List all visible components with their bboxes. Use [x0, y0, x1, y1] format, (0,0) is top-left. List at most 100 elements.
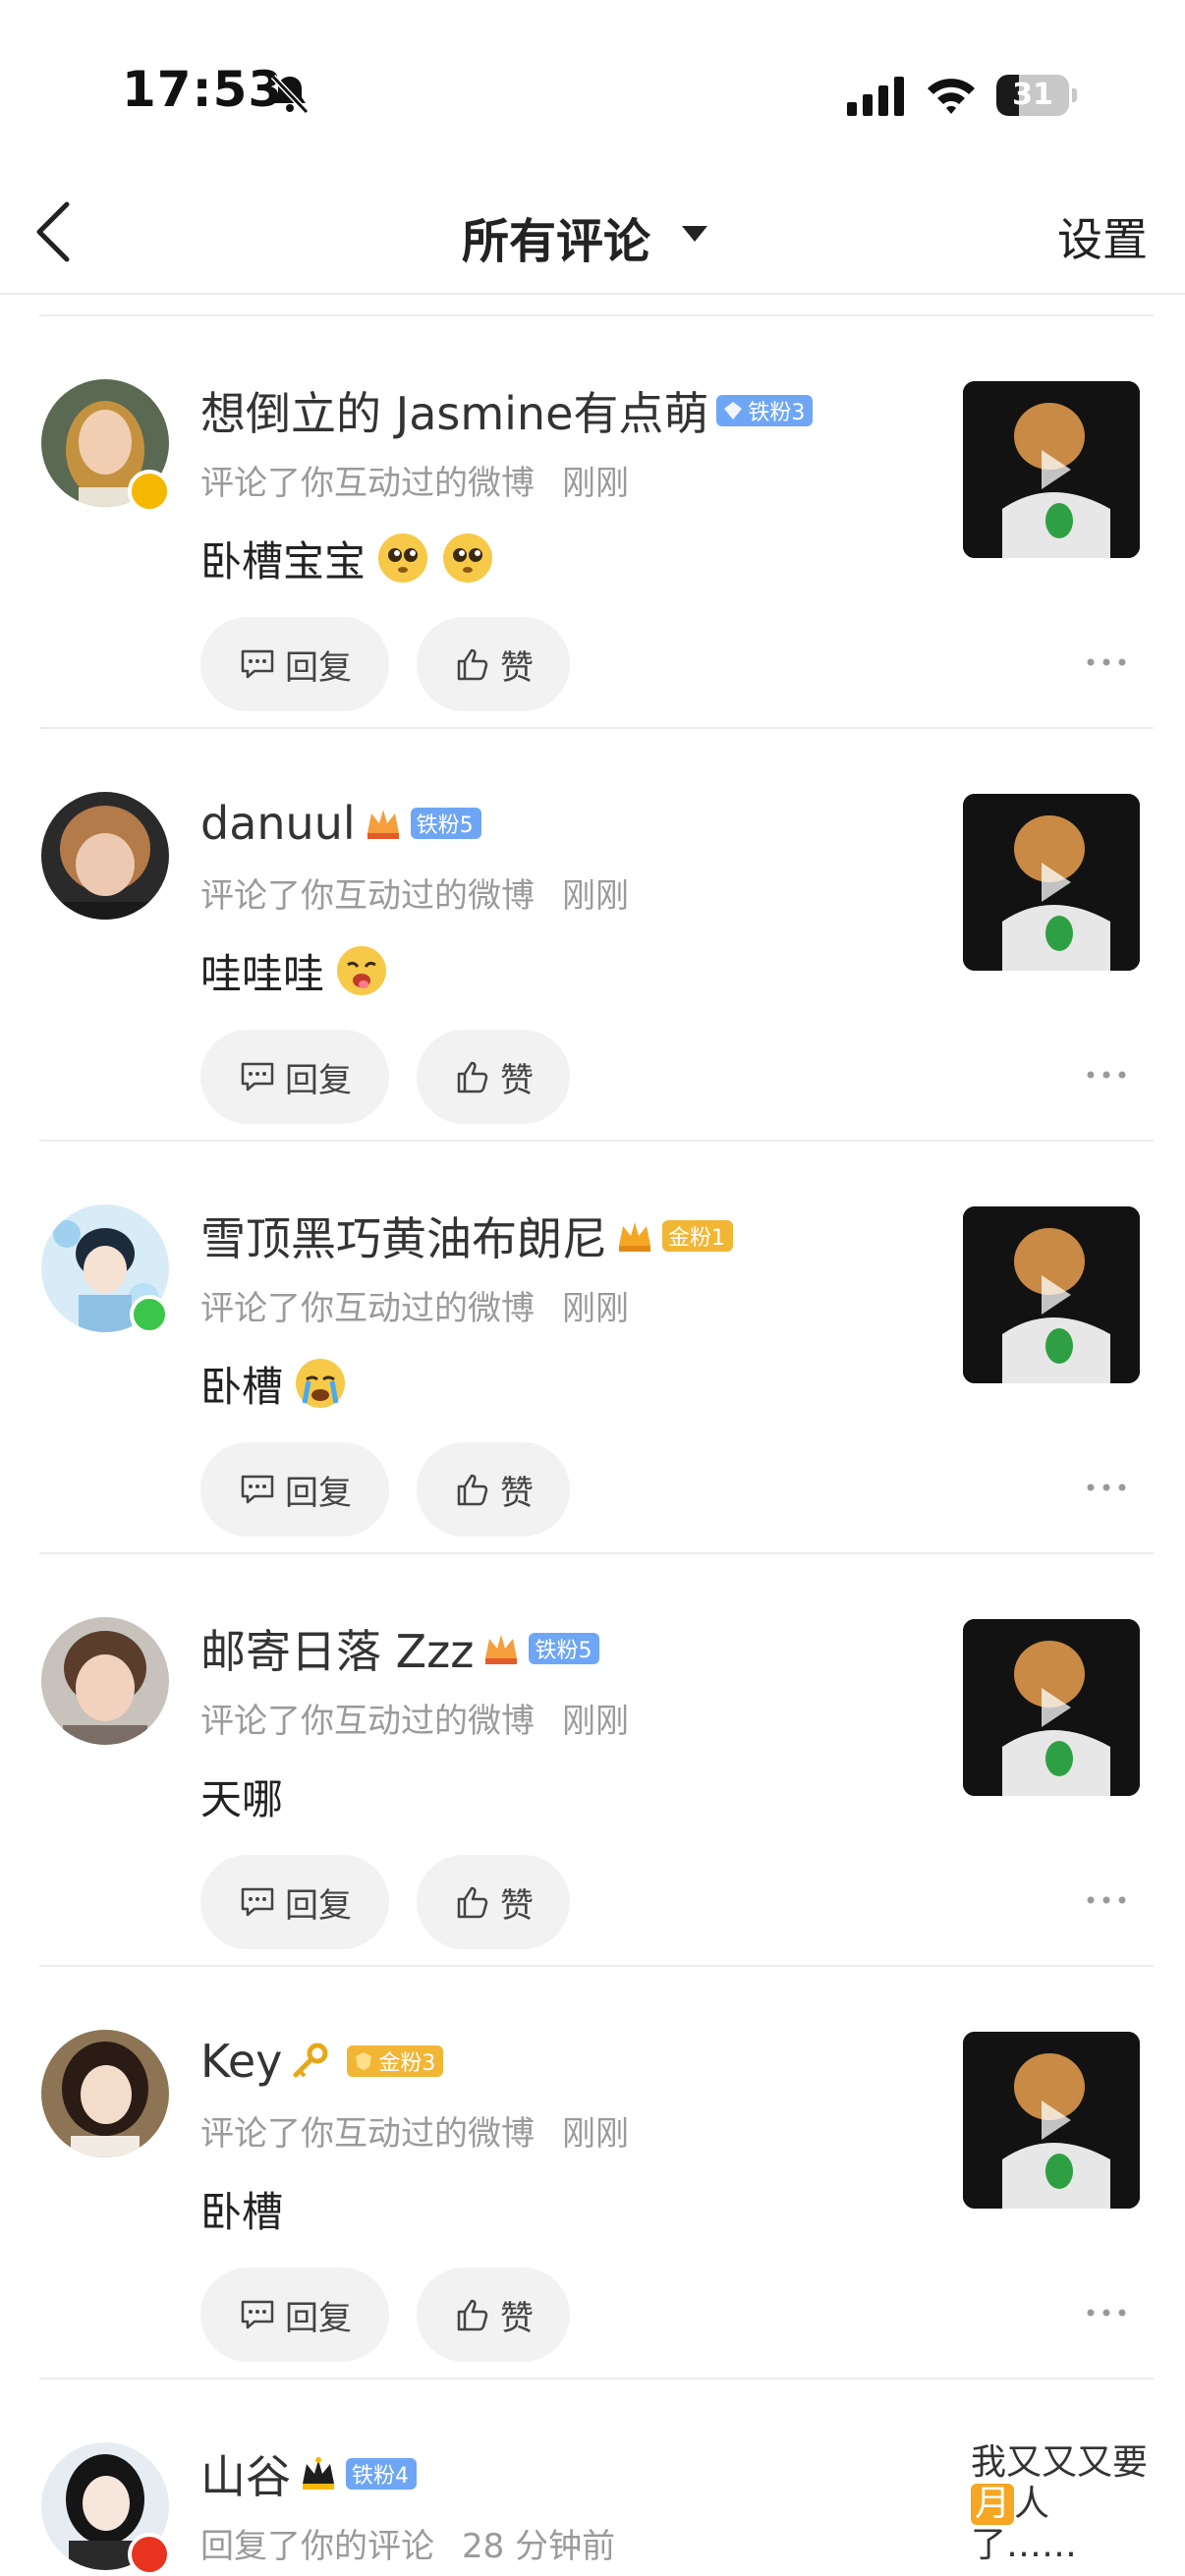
like-button[interactable]: 赞: [417, 1030, 570, 1124]
status-bar: 17:53 31: [0, 0, 1185, 157]
caret-down-icon[interactable]: [680, 222, 709, 246]
comment-meta: 评论了你互动过的微博 刚刚: [200, 1694, 629, 1742]
comment-body: 卧槽: [200, 1362, 284, 1411]
commenter-name[interactable]: 山谷: [200, 2441, 291, 2506]
verified-badge-icon: [128, 2533, 171, 2576]
comment-body: 卧槽: [200, 2187, 284, 2236]
fan-badge: 铁粉5: [410, 808, 481, 839]
diamond-icon: [724, 402, 743, 420]
signal-icon: [847, 77, 904, 116]
shield-icon: [356, 2052, 372, 2070]
meta-time: 刚刚: [562, 464, 629, 503]
meta-time: 刚刚: [562, 2114, 629, 2154]
comment-card[interactable]: 邮寄日落 Zzz 铁粉5 评论了你互动过的微博 刚刚 天哪 回复 赞: [0, 1554, 1185, 1967]
reply-button[interactable]: 回复: [200, 617, 389, 711]
page-title[interactable]: 所有评论: [462, 202, 650, 271]
comment-text: 卧槽: [200, 1352, 348, 1415]
more-options-icon[interactable]: [1085, 650, 1128, 674]
key-emoji: [293, 2043, 328, 2078]
bell-slash-icon: [270, 74, 310, 115]
meta-time: 刚刚: [562, 876, 629, 916]
like-button[interactable]: 赞: [417, 1442, 570, 1537]
comment-card[interactable]: danuul 铁粉5 评论了你互动过的微博 刚刚 哇哇哇 回复 赞: [0, 729, 1185, 1142]
post-thumbnail[interactable]: [963, 794, 1140, 971]
like-label: 赞: [500, 1473, 534, 1513]
fan-badge-label: 金粉1: [668, 1226, 725, 1251]
comment-body: 天哪: [200, 1774, 284, 1823]
commenter-name[interactable]: danuul: [200, 797, 356, 850]
comment-icon: [241, 1475, 274, 1504]
settings-button[interactable]: 设置: [1057, 204, 1148, 269]
comment-meta: 回复了你的评论 28 分钟前: [200, 2519, 615, 2567]
fan-badge: 铁粉3: [716, 395, 814, 426]
quote-line-1: 我又又又要: [971, 2442, 1149, 2483]
like-label: 赞: [500, 647, 534, 688]
comment-card[interactable]: 雪顶黑巧黄油布朗尼 金粉1 评论了你互动过的微博 刚刚 卧槽 回复 赞: [0, 1142, 1185, 1554]
fan-badge-label: 金粉3: [378, 2051, 436, 2076]
meta-action: 评论了你互动过的微博: [200, 1702, 535, 1741]
fan-badge-label: 铁粉3: [748, 401, 806, 425]
comment-card[interactable]: Key 金粉3 评论了你互动过的微博 刚刚 卧槽 回复 赞: [0, 1967, 1185, 2380]
reply-label: 回复: [285, 1885, 352, 1926]
fan-badge-label: 铁粉5: [416, 813, 474, 838]
commenter-name[interactable]: 想倒立的 Jasmine有点萌: [200, 378, 708, 443]
fan-badge: 铁粉5: [529, 1633, 600, 1664]
reply-label: 回复: [285, 647, 352, 688]
quoted-comment[interactable]: 我又又又要 月人 了……: [971, 2442, 1167, 2566]
comment-meta: 评论了你互动过的微博 刚刚: [200, 868, 629, 917]
crown-icon: [367, 810, 399, 839]
back-chevron-icon[interactable]: [28, 196, 83, 267]
more-options-icon[interactable]: [1085, 1888, 1128, 1912]
battery-level: 31: [1012, 78, 1053, 112]
drooling-face-emoji: [337, 946, 387, 995]
more-options-icon[interactable]: [1085, 1476, 1128, 1499]
fan-badge-label: 铁粉4: [352, 2464, 409, 2489]
post-thumbnail[interactable]: [963, 2032, 1140, 2209]
comment-card[interactable]: 想倒立的 Jasmine有点萌 铁粉3 评论了你互动过的微博 刚刚 卧槽宝宝 回复…: [0, 316, 1185, 729]
comment-body: 哇哇哇: [200, 949, 325, 998]
reply-button[interactable]: 回复: [200, 1855, 389, 1949]
commenter-name[interactable]: Key: [200, 2035, 282, 2088]
thumbs-up-icon: [457, 1061, 488, 1093]
comment-text: 哇哇哇: [200, 939, 389, 1002]
reply-button[interactable]: 回复: [200, 2268, 389, 2362]
like-button[interactable]: 赞: [417, 1855, 570, 1949]
crying-face-emoji: [296, 1359, 346, 1408]
comment-body: 卧槽宝宝: [200, 536, 367, 586]
fan-badge-label: 铁粉5: [535, 1639, 592, 1663]
quote-line-2: 人: [1014, 2484, 1050, 2524]
comment-icon: [241, 1887, 274, 1917]
commenter-name[interactable]: 雪顶黑巧黄油布朗尼: [200, 1204, 607, 1268]
verified-badge-icon: [128, 470, 171, 513]
more-options-icon[interactable]: [1085, 1063, 1128, 1087]
avatar[interactable]: [41, 2030, 169, 2157]
reply-button[interactable]: 回复: [200, 1442, 389, 1537]
like-label: 赞: [500, 1885, 534, 1926]
comment-icon: [241, 649, 274, 679]
fan-badge: 金粉1: [662, 1220, 733, 1252]
more-options-icon[interactable]: [1085, 2301, 1128, 2324]
meta-action: 评论了你互动过的微博: [200, 2114, 535, 2154]
pleading-face-emoji: [443, 533, 493, 583]
post-thumbnail[interactable]: [963, 1619, 1140, 1796]
comment-card[interactable]: 山谷 铁粉4 回复了你的评论 28 分钟前 我又又又要 月人 了……: [0, 2380, 1185, 2576]
thumbs-up-icon: [457, 1474, 488, 1506]
like-button[interactable]: 赞: [417, 617, 570, 711]
commenter-name[interactable]: 邮寄日落 Zzz: [200, 1616, 474, 1681]
nav-bar: 所有评论 设置: [0, 167, 1185, 295]
like-button[interactable]: 赞: [417, 2268, 570, 2362]
avatar[interactable]: [41, 1617, 169, 1745]
fan-badge: 金粉3: [347, 2045, 444, 2077]
comment-meta: 评论了你互动过的微博 刚刚: [200, 456, 629, 504]
wifi-icon: [928, 79, 975, 114]
meta-time: 28 分钟前: [462, 2527, 616, 2566]
reply-label: 回复: [285, 1473, 352, 1513]
like-label: 赞: [500, 1060, 534, 1100]
post-thumbnail[interactable]: [963, 381, 1140, 558]
post-thumbnail[interactable]: [963, 1206, 1140, 1383]
crown-icon: [303, 2457, 334, 2490]
comment-icon: [241, 1062, 274, 1092]
reply-button[interactable]: 回复: [200, 1030, 389, 1124]
meta-action: 评论了你互动过的微博: [200, 1289, 535, 1328]
avatar[interactable]: [41, 792, 169, 920]
